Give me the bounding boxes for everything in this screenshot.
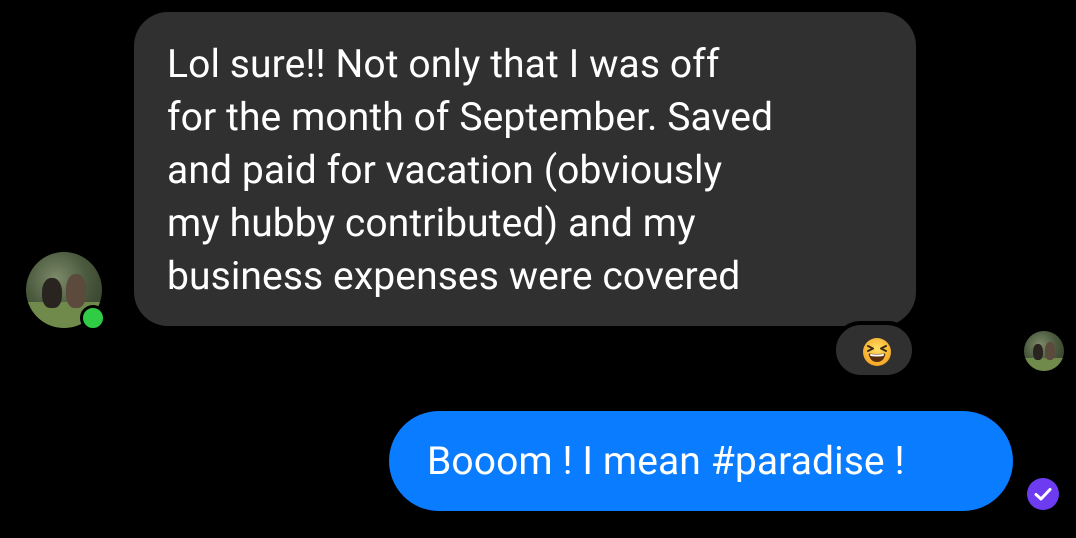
online-status-dot [80,305,106,331]
incoming-message-line: my hubby contributed) and my [167,200,696,246]
incoming-message-line: business expenses were covered [167,253,741,299]
incoming-message-line: for the month of September. Saved [167,94,774,140]
incoming-message-line: and paid for vacation (obviously [167,147,723,193]
incoming-message-bubble[interactable]: Lol sure!! Not only that I was off for t… [134,12,916,326]
outgoing-message-text: Booom ! I mean #paradise ! [427,438,905,484]
message-reaction[interactable] [832,321,916,379]
checkmark-icon [1034,488,1052,501]
outgoing-message-bubble[interactable]: Booom ! I mean #paradise ! [389,411,1013,511]
incoming-message-line: Lol sure!! Not only that I was off [167,41,720,87]
read-receipt-avatar [1024,331,1064,371]
check-circle-icon [1027,478,1059,510]
laughing-emoji-icon [863,338,891,366]
